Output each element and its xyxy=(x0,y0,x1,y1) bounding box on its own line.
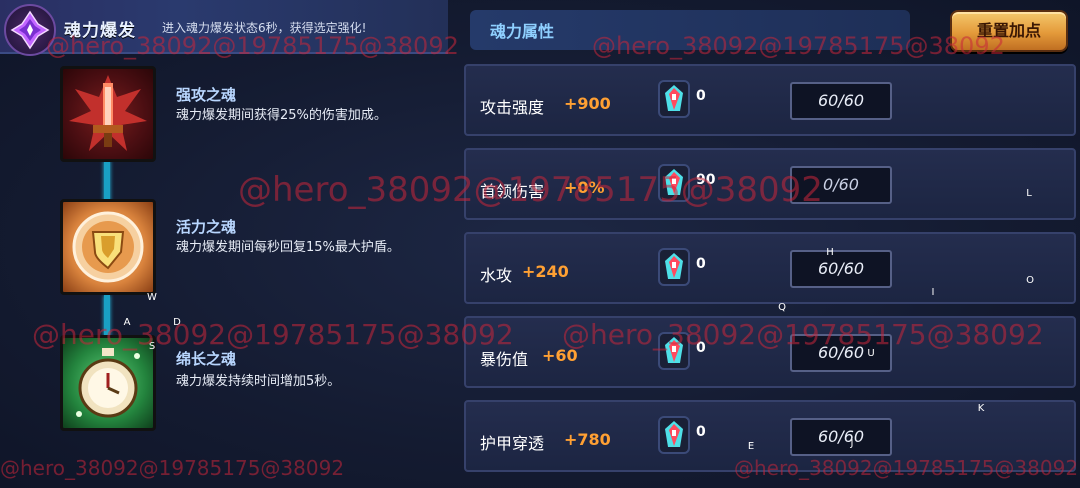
attribute-row-water-attack: 水攻 +240 0 60/60 xyxy=(464,232,1076,304)
attribute-bonus: +60 xyxy=(542,346,578,365)
key-hint-j: J xyxy=(850,438,854,449)
attribute-name: 首领伤害 xyxy=(480,182,545,201)
stopwatch-emblem-icon[interactable] xyxy=(60,335,156,431)
soul-name-long-lasting: 绵长之魂 xyxy=(176,350,237,368)
attribute-bonus: +0% xyxy=(564,178,605,197)
gem-count: 0 xyxy=(696,88,706,104)
attribute-bonus: +780 xyxy=(564,430,611,449)
soul-attributes-title: 魂力属性 xyxy=(490,22,555,41)
attribute-name: 护甲穿透 xyxy=(480,434,545,453)
soul-gem-icon[interactable] xyxy=(658,248,690,286)
soul-connector-2 xyxy=(104,295,110,337)
soul-gem-icon[interactable] xyxy=(658,164,690,202)
key-hint-d: D xyxy=(173,317,181,328)
attribute-bonus: +240 xyxy=(522,262,569,281)
key-hint-o: O xyxy=(1026,275,1034,286)
soul-burst-title: 魂力爆发 xyxy=(64,21,136,41)
shield-emblem-icon[interactable] xyxy=(60,199,156,295)
soul-desc-vitality: 魂力爆发期间每秒回复15%最大护盾。 xyxy=(176,240,400,255)
gem-count: 0 xyxy=(696,424,706,440)
points-field[interactable]: 0/60 xyxy=(790,166,892,204)
gem-count: 0 xyxy=(696,256,706,272)
key-hint-h: H xyxy=(826,247,834,258)
key-hint-k: K xyxy=(977,403,985,414)
attribute-row-attack-power: 攻击强度 +900 0 60/60 xyxy=(464,64,1076,136)
soul-gem-icon[interactable] xyxy=(658,80,690,118)
key-hint-l: L xyxy=(1026,188,1032,199)
key-hint-s: S xyxy=(148,341,156,352)
key-hint-w: W xyxy=(147,292,157,303)
soul-name-vitality: 活力之魂 xyxy=(176,218,237,236)
attribute-row-boss-damage: 首领伤害 +0% 90 0/60 xyxy=(464,148,1076,220)
soul-name-strong-attack: 强攻之魂 xyxy=(176,86,237,104)
key-hint-e: E xyxy=(747,441,755,452)
points-field[interactable]: 60/60 xyxy=(790,250,892,288)
attribute-name: 攻击强度 xyxy=(480,98,545,117)
soul-burst-description: 进入魂力爆发状态6秒，获得选定强化! xyxy=(162,21,367,35)
soul-connector-1 xyxy=(104,160,110,202)
watermark: @hero_38092@19785175@38092 xyxy=(0,456,345,480)
attribute-bonus: +900 xyxy=(564,94,611,113)
key-hint-a: A xyxy=(123,317,131,328)
reset-points-button[interactable]: 重置加点 xyxy=(950,10,1068,52)
soul-desc-long-lasting: 魂力爆发持续时间增加5秒。 xyxy=(176,374,341,389)
points-field[interactable]: 60/60 xyxy=(790,418,892,456)
attribute-row-crit-damage: 暴伤值 +60 0 60/60 xyxy=(464,316,1076,388)
soul-gem-icon[interactable] xyxy=(658,332,690,370)
sword-emblem-icon[interactable] xyxy=(60,66,156,162)
soul-gem-icon[interactable] xyxy=(658,416,690,454)
points-field[interactable]: 60/60 xyxy=(790,82,892,120)
gem-count: 0 xyxy=(696,340,706,356)
key-hint-q: Q xyxy=(778,302,786,313)
gem-count: 90 xyxy=(696,172,716,188)
key-hint-u: U xyxy=(867,348,875,359)
key-hint-i: I xyxy=(931,287,935,298)
soul-desc-strong-attack: 魂力爆发期间获得25%的伤害加成。 xyxy=(176,108,387,123)
soul-burst-crystal-icon[interactable] xyxy=(4,4,56,56)
